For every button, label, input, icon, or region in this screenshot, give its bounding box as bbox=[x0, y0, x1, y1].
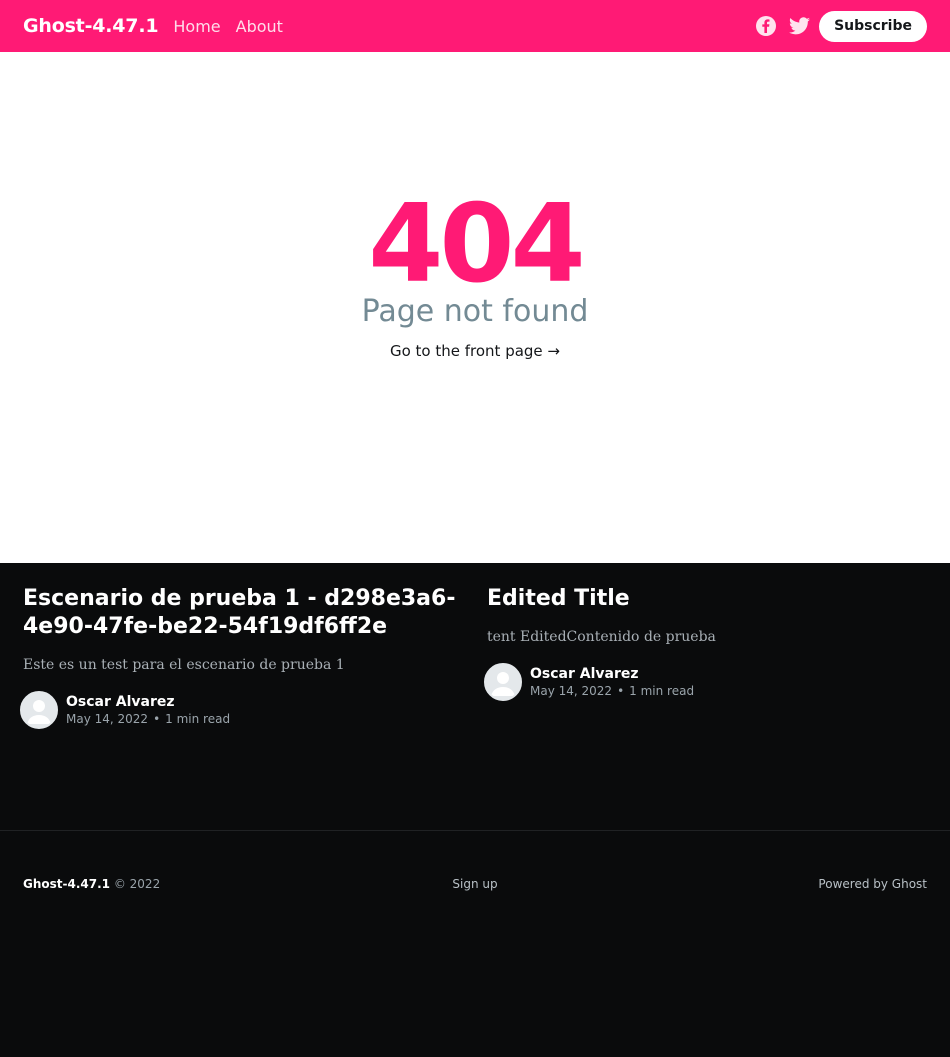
author-name[interactable]: Oscar Alvarez bbox=[530, 665, 694, 683]
signup-link[interactable]: Sign up bbox=[452, 877, 497, 891]
footer-copyright: Ghost-4.47.1 © 2022 bbox=[23, 877, 323, 891]
author-name[interactable]: Oscar Alvarez bbox=[66, 693, 230, 711]
footer-nav: Sign up bbox=[325, 877, 625, 891]
meta-text: Oscar Alvarez May 14, 2022 • 1 min read bbox=[66, 693, 230, 727]
post-meta: Oscar Alvarez May 14, 2022 • 1 min read bbox=[20, 691, 463, 729]
read-time: 1 min read bbox=[165, 712, 231, 726]
site-footer: Ghost-4.47.1 © 2022 Sign up Powered by G… bbox=[0, 831, 950, 936]
post-card[interactable]: Edited Title tent EditedContenido de pru… bbox=[484, 563, 927, 830]
avatar[interactable] bbox=[20, 691, 58, 729]
post-date: May 14, 2022 bbox=[530, 684, 613, 698]
bullet-icon: • bbox=[153, 712, 161, 726]
footer-powered: Powered by Ghost bbox=[627, 877, 927, 891]
nav-about-link[interactable]: About bbox=[236, 17, 283, 36]
post-excerpt: Este es un test para el escenario de pru… bbox=[23, 657, 345, 673]
post-feed: Escenario de prueba 1 - d298e3a6-4e90-47… bbox=[0, 563, 950, 830]
footer-site-name[interactable]: Ghost-4.47.1 bbox=[23, 877, 110, 891]
nav-home-link[interactable]: Home bbox=[173, 17, 220, 36]
error-code: 404 bbox=[368, 182, 585, 307]
front-page-link[interactable]: Go to the front page → bbox=[390, 342, 560, 360]
date-line: May 14, 2022 • 1 min read bbox=[66, 711, 230, 727]
header-left: Ghost-4.47.1 Home About bbox=[23, 15, 298, 37]
post-excerpt: tent EditedContenido de prueba bbox=[487, 629, 716, 645]
avatar[interactable] bbox=[484, 663, 522, 701]
post-title[interactable]: Edited Title bbox=[487, 585, 927, 613]
subscribe-button[interactable]: Subscribe bbox=[819, 10, 927, 42]
read-time: 1 min read bbox=[629, 684, 695, 698]
error-section: 404 Page not found Go to the front page … bbox=[0, 52, 950, 563]
date-line: May 14, 2022 • 1 min read bbox=[530, 683, 694, 699]
user-icon bbox=[22, 693, 56, 727]
post-card[interactable]: Escenario de prueba 1 - d298e3a6-4e90-47… bbox=[20, 563, 463, 830]
post-meta: Oscar Alvarez May 14, 2022 • 1 min read bbox=[484, 663, 927, 701]
header-right: Subscribe bbox=[744, 10, 927, 42]
user-icon bbox=[486, 665, 520, 699]
copyright-text: © 2022 bbox=[113, 876, 161, 891]
site-header: Ghost-4.47.1 Home About Subscribe bbox=[0, 0, 950, 52]
post-date: May 14, 2022 bbox=[66, 712, 149, 726]
meta-text: Oscar Alvarez May 14, 2022 • 1 min read bbox=[530, 665, 694, 699]
twitter-icon[interactable] bbox=[788, 15, 810, 37]
bullet-icon: • bbox=[617, 684, 625, 698]
error-description: Page not found bbox=[361, 294, 589, 329]
facebook-icon[interactable] bbox=[755, 15, 777, 37]
site-title-link[interactable]: Ghost-4.47.1 bbox=[23, 15, 159, 37]
post-title[interactable]: Escenario de prueba 1 - d298e3a6-4e90-47… bbox=[23, 585, 463, 641]
powered-by-link[interactable]: Powered by Ghost bbox=[818, 877, 927, 891]
